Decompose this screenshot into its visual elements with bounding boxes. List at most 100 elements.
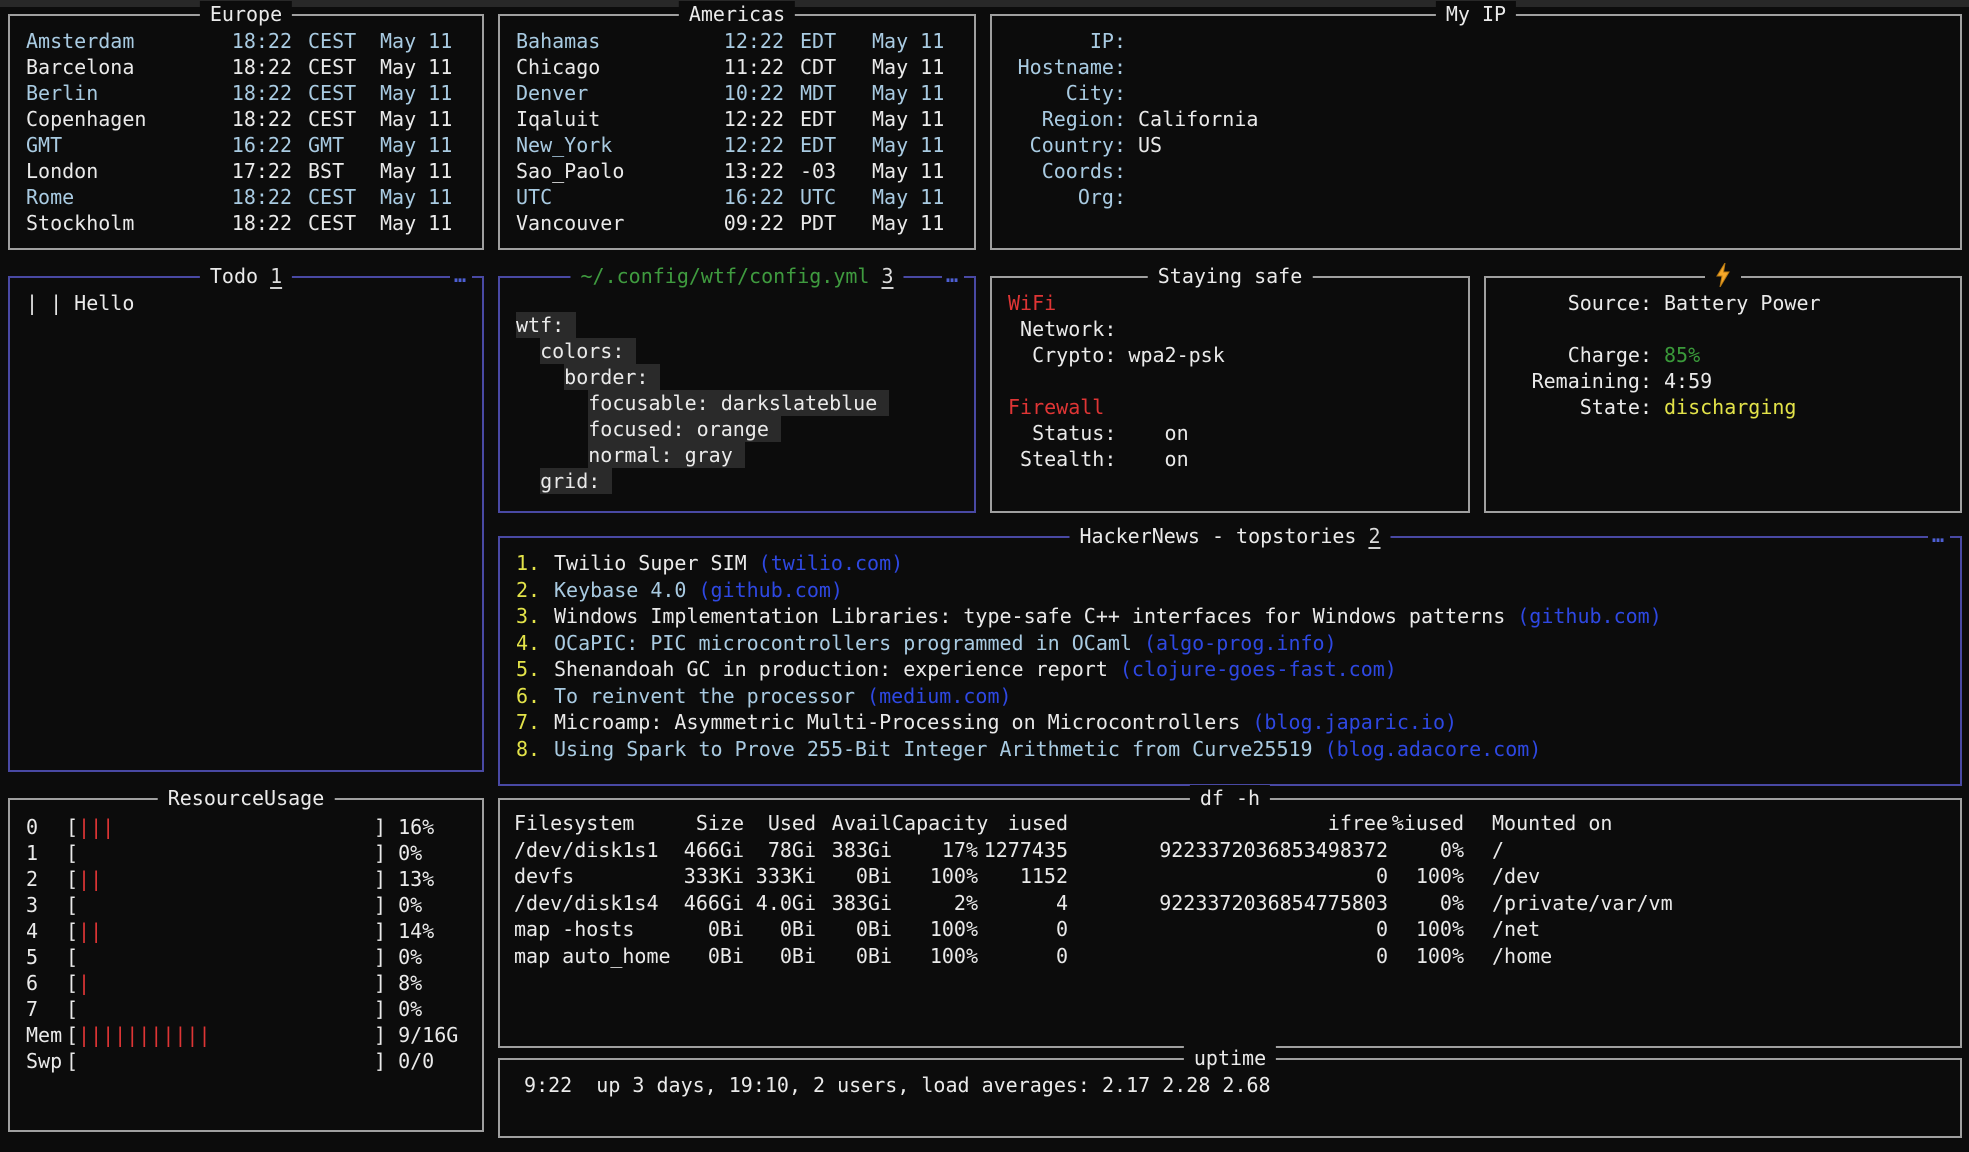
city-label: Rome: [26, 184, 228, 210]
meter-value: 0/0: [398, 1048, 434, 1074]
city-label: Berlin: [26, 80, 228, 106]
meter-open-bracket: [: [66, 996, 78, 1022]
date-label: May 11: [380, 106, 466, 132]
story-domain-link[interactable]: (blog.japaric.io): [1252, 709, 1457, 736]
hackernews-story-row[interactable]: 2. Keybase 4.0 (github.com): [516, 577, 1944, 604]
df-iused: 1277435: [978, 837, 1068, 864]
time-value: 12:22: [720, 132, 784, 158]
panel-config-yml[interactable]: ~/.config/wtf/config.yml3 … wtf: colors:…: [498, 276, 976, 513]
ip-info-row: Region: California: [1000, 106, 1952, 132]
hackernews-story-row[interactable]: 1. Twilio Super SIM (twilio.com): [516, 550, 1944, 577]
meter-close-bracket: ]: [374, 892, 386, 918]
story-rank: 5.: [516, 656, 542, 683]
panel-hackernews[interactable]: HackerNews - topstories2 … 1. Twilio Sup…: [498, 536, 1962, 786]
meter-open-bracket: [: [66, 1048, 78, 1074]
battery-info-list: Source: Battery Power Charge: 85% Remain…: [1486, 278, 1960, 511]
df-mount-point: /home: [1464, 943, 1946, 970]
europe-clock-list: Amsterdam 18:22 CEST May 11 Barcelona 18…: [10, 16, 482, 248]
story-domain-link[interactable]: (medium.com): [867, 683, 1012, 710]
code-text: wtf:: [516, 312, 576, 338]
df-header-used: Used: [744, 810, 816, 837]
story-domain-link[interactable]: (clojure-goes-fast.com): [1120, 656, 1397, 683]
hackernews-story-row[interactable]: 4. OCaPIC: PIC microcontrollers programm…: [516, 630, 1944, 657]
panel-battery: Source: Battery Power Charge: 85% Remain…: [1484, 276, 1962, 513]
df-row-list: /dev/disk1s1 466Gi 78Gi 383Gi 17% 127743…: [514, 837, 1946, 970]
story-title[interactable]: OCaPIC: PIC microcontrollers programmed …: [554, 630, 1132, 657]
code-text: grid:: [540, 468, 612, 494]
date-label: May 11: [872, 184, 958, 210]
date-label: May 11: [380, 132, 466, 158]
df-ifree: 0: [1068, 943, 1388, 970]
meter-close-bracket: ]: [374, 866, 386, 892]
hackernews-story-row[interactable]: 8. Using Spark to Prove 255-Bit Integer …: [516, 736, 1944, 763]
ip-field-value: California: [1138, 106, 1258, 132]
story-title[interactable]: Microamp: Asymmetric Multi-Processing on…: [554, 709, 1240, 736]
story-title[interactable]: Using Spark to Prove 255-Bit Integer Ari…: [554, 736, 1313, 763]
df-header-ifree: ifree: [1068, 810, 1388, 837]
df-used: 78Gi: [744, 837, 816, 864]
meter-open-bracket: [: [66, 944, 78, 970]
hackernews-story-row[interactable]: 7. Microamp: Asymmetric Multi-Processing…: [516, 709, 1944, 736]
clock-row: London 17:22 BST May 11: [26, 158, 466, 184]
battery-field-label: [1502, 316, 1652, 342]
meter-value: 8%: [398, 970, 422, 996]
battery-field-value: Battery Power: [1664, 290, 1821, 316]
clock-row: Bahamas 12:22 EDT May 11: [516, 28, 958, 54]
battery-field-value: 4:59: [1664, 368, 1712, 394]
df-percent-iused: 0%: [1388, 837, 1464, 864]
story-title[interactable]: To reinvent the processor: [554, 683, 855, 710]
panel-todo[interactable]: Todo1 … | | Hello: [8, 276, 484, 772]
date-label: May 11: [872, 54, 958, 80]
timezone-label: CEST: [308, 184, 366, 210]
date-label: May 11: [872, 158, 958, 184]
meter-bar: |: [78, 970, 374, 996]
date-label: May 11: [380, 184, 466, 210]
hackernews-story-row[interactable]: 5. Shenandoah GC in production: experien…: [516, 656, 1944, 683]
story-rank: 7.: [516, 709, 542, 736]
story-domain-link[interactable]: (algo-prog.info): [1144, 630, 1337, 657]
timezone-label: EDT: [800, 132, 858, 158]
story-domain-link[interactable]: (github.com): [698, 577, 843, 604]
df-capacity: 100%: [892, 863, 978, 890]
hackernews-story-row[interactable]: 3. Windows Implementation Libraries: typ…: [516, 603, 1944, 630]
story-domain-link[interactable]: (github.com): [1517, 603, 1662, 630]
df-iused: 0: [978, 916, 1068, 943]
df-capacity: 100%: [892, 943, 978, 970]
timezone-label: GMT: [308, 132, 366, 158]
city-label: London: [26, 158, 228, 184]
meter-value: 0%: [398, 996, 422, 1022]
df-percent-iused: 0%: [1388, 890, 1464, 917]
meter-open-bracket: [: [66, 866, 78, 892]
timezone-label: CEST: [308, 28, 366, 54]
code-indent: [516, 365, 564, 389]
timezone-label: CEST: [308, 210, 366, 236]
story-title[interactable]: Shenandoah GC in production: experience …: [554, 656, 1108, 683]
ip-info-list: IP: Hostname: City: Region: California C…: [992, 16, 1960, 248]
df-percent-iused: 100%: [1388, 943, 1464, 970]
code-text: border:: [564, 364, 660, 390]
battery-field-label: Remaining:: [1502, 368, 1652, 394]
story-title[interactable]: Twilio Super SIM: [554, 550, 747, 577]
story-domain-link[interactable]: (blog.adacore.com): [1325, 736, 1542, 763]
meter-bar: |||: [78, 814, 374, 840]
battery-info-row: Remaining: 4:59: [1502, 368, 1944, 394]
story-title[interactable]: Keybase 4.0: [554, 577, 686, 604]
config-code-line: focusable: darkslateblue: [516, 390, 958, 416]
clock-row: Copenhagen 18:22 CEST May 11: [26, 106, 466, 132]
story-domain-link[interactable]: (twilio.com): [759, 550, 904, 577]
clock-row: Barcelona 18:22 CEST May 11: [26, 54, 466, 80]
story-rank: 2.: [516, 577, 542, 604]
df-avail: 0Bi: [816, 863, 892, 890]
df-header-iused: iused: [978, 810, 1068, 837]
todo-item[interactable]: | | Hello: [26, 290, 466, 316]
timezone-label: CDT: [800, 54, 858, 80]
battery-info-row: State: discharging: [1502, 394, 1944, 420]
config-code-line: focused: orange: [516, 416, 958, 442]
ip-field-label: Org:: [1000, 184, 1126, 210]
story-title[interactable]: Windows Implementation Libraries: type-s…: [554, 603, 1505, 630]
df-filesystem: /dev/disk1s4: [514, 890, 674, 917]
resource-meter-row: 7 [ ] 0%: [26, 996, 466, 1022]
hackernews-story-row[interactable]: 6. To reinvent the processor (medium.com…: [516, 683, 1944, 710]
ip-field-label: IP:: [1000, 28, 1126, 54]
battery-field-label: State:: [1502, 394, 1652, 420]
